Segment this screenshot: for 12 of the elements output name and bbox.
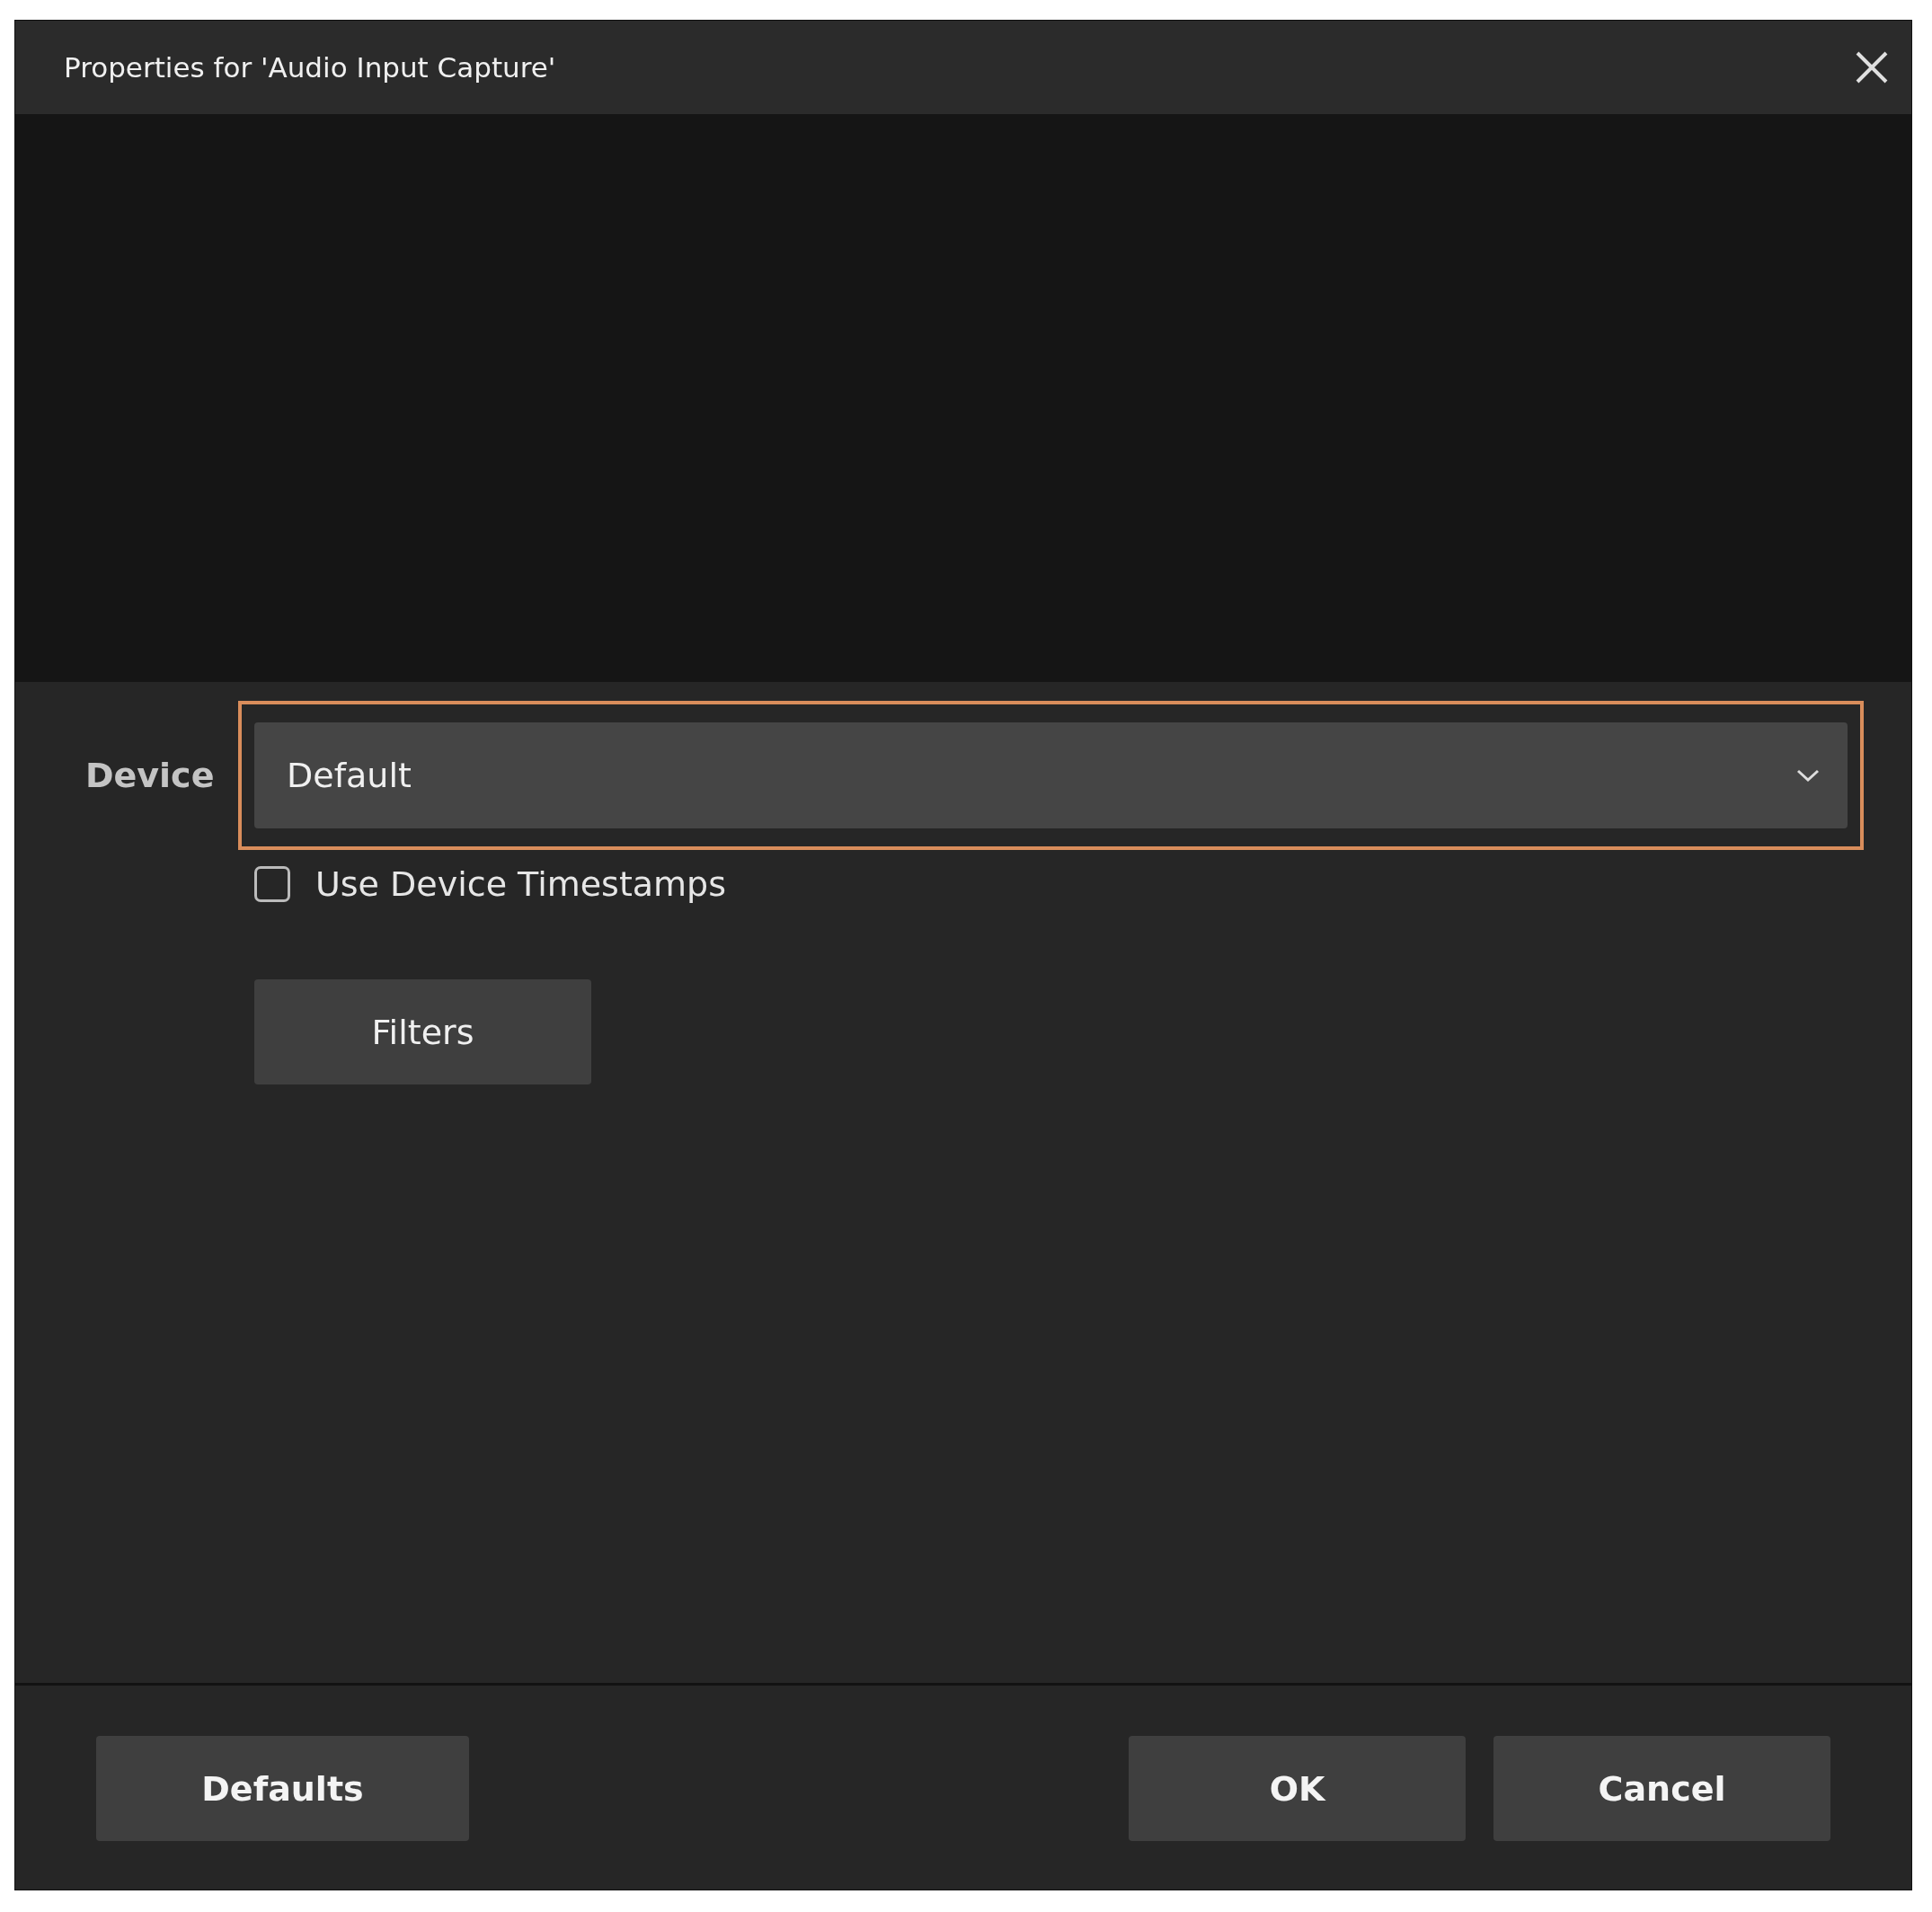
- window-title: Properties for 'Audio Input Capture': [64, 51, 556, 84]
- defaults-button[interactable]: Defaults: [96, 1736, 469, 1841]
- filters-button[interactable]: Filters: [254, 979, 591, 1084]
- ok-button[interactable]: OK: [1129, 1736, 1466, 1841]
- dropdown-value: Default: [287, 756, 412, 795]
- cancel-button[interactable]: Cancel: [1493, 1736, 1830, 1841]
- device-dropdown[interactable]: Default: [254, 722, 1848, 828]
- timestamps-checkbox[interactable]: [254, 866, 290, 902]
- checkbox-label: Use Device Timestamps: [315, 864, 727, 904]
- close-icon[interactable]: [1854, 49, 1890, 85]
- device-label: Device: [84, 756, 216, 795]
- caret-icon: [1795, 768, 1821, 783]
